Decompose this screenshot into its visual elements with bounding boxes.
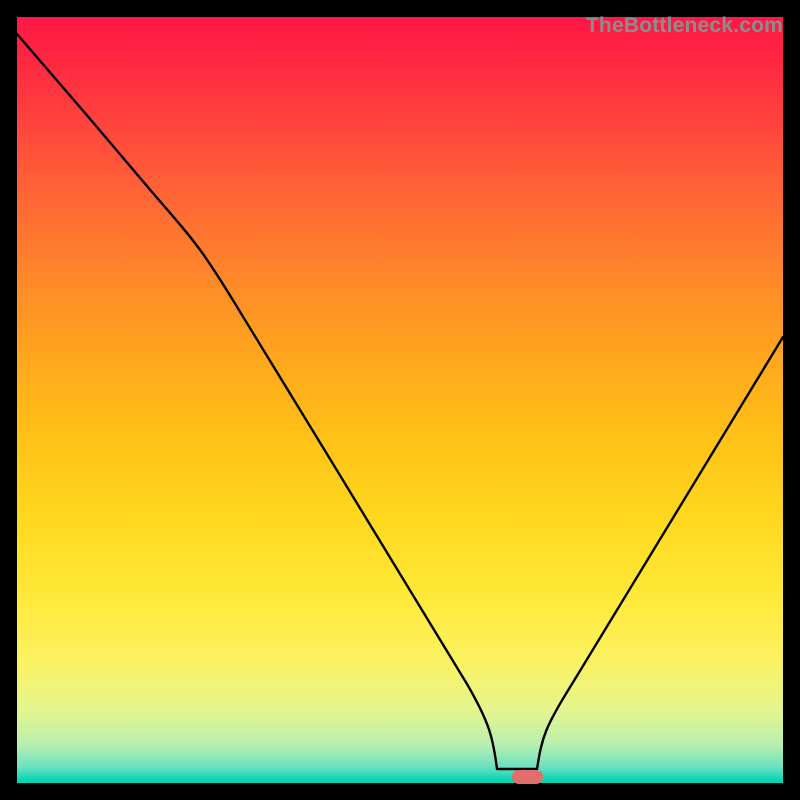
- plot-area: [17, 17, 783, 783]
- heat-background: [17, 17, 783, 783]
- watermark-text: TheBottleneck.com: [586, 14, 783, 38]
- chart-frame: TheBottleneck.com: [17, 17, 783, 783]
- minimum-marker: [512, 770, 543, 784]
